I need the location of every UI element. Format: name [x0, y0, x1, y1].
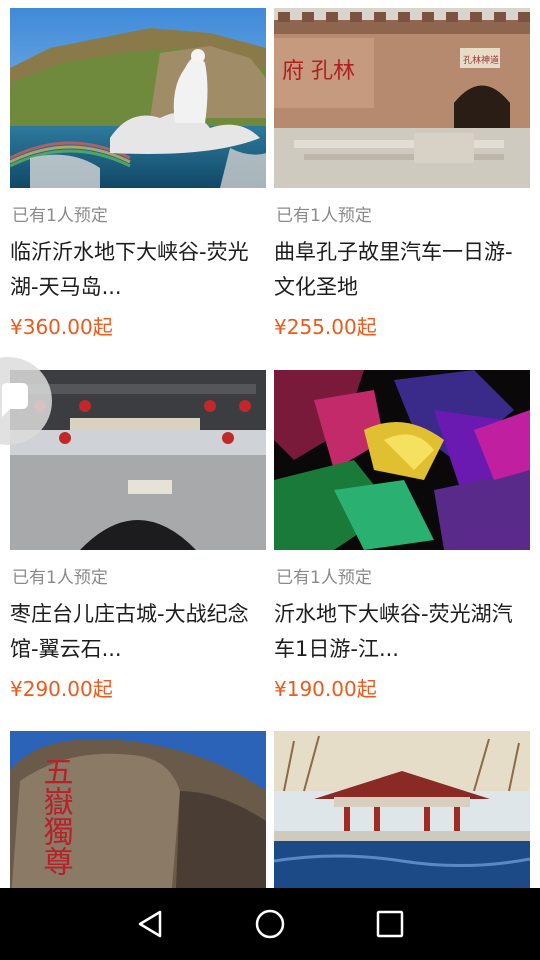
product-price: ¥360.00起 — [10, 315, 113, 339]
product-image[interactable]: 府 孔林 孔林神道 — [274, 8, 530, 188]
booking-count: 已有1人预定 — [12, 206, 108, 226]
product-grid: 已有1人预定 临沂沂水地下大峡谷-荧光湖-天马岛... ¥360.00起 府 孔… — [0, 0, 540, 888]
product-title[interactable]: 沂水地下大峡谷-荧光湖汽车1日游-江... — [274, 597, 530, 667]
nav-back-button[interactable] — [128, 902, 172, 946]
product-title[interactable]: 枣庄台儿庄古城-大战纪念馆-翼云石... — [10, 597, 266, 667]
confucius-mansion-image: 府 孔林 孔林神道 — [274, 8, 530, 188]
booking-count: 已有1人预定 — [276, 568, 372, 588]
booking-count: 已有1人预定 — [12, 568, 108, 588]
product-price: ¥290.00起 — [10, 677, 113, 701]
system-nav-bar — [0, 888, 540, 960]
product-title[interactable]: 曲阜孔子故里汽车一日游-文化圣地 — [274, 235, 530, 305]
mount-tai-rock-image: 五嶽獨尊 — [10, 731, 266, 888]
goddess-statue-image — [10, 8, 266, 188]
booking-count: 已有1人预定 — [276, 206, 372, 226]
product-image[interactable] — [274, 731, 530, 888]
product-image[interactable] — [10, 8, 266, 188]
lake-pavilion-image — [274, 731, 530, 888]
wall-plaque: 孔林神道 — [463, 54, 499, 66]
chat-bubble-icon — [2, 383, 28, 417]
screen: 已有1人预定 临沂沂水地下大峡谷-荧光湖-天马岛... ¥360.00起 府 孔… — [0, 0, 540, 960]
nav-home-button[interactable] — [248, 902, 292, 946]
product-image[interactable]: 五嶽獨尊 — [10, 731, 266, 888]
home-circle-icon — [255, 909, 285, 939]
product-title[interactable]: 临沂沂水地下大峡谷-荧光湖-天马岛... — [10, 235, 266, 305]
product-image[interactable] — [274, 370, 530, 550]
recents-square-icon — [376, 910, 404, 938]
colorful-cave-image — [274, 370, 530, 550]
nav-recents-button[interactable] — [368, 902, 412, 946]
product-price: ¥190.00起 — [274, 677, 377, 701]
back-triangle-icon — [138, 910, 162, 938]
rock-inscription: 五嶽獨尊 — [38, 756, 74, 876]
wall-inscription: 府 孔林 — [282, 59, 355, 84]
product-price: ¥255.00起 — [274, 315, 377, 339]
